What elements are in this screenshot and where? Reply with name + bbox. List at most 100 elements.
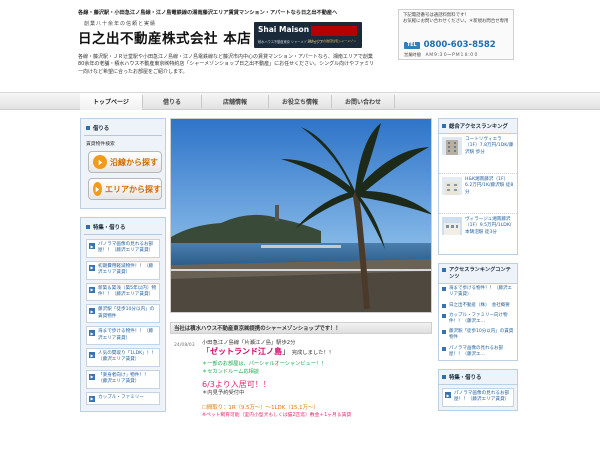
arrow-right-icon: ▶	[89, 286, 95, 293]
feature-link[interactable]: ▶ 新築＆築浅（築5年以内）物件！！（藤沢エリア賃貸）	[86, 282, 160, 302]
feature-link[interactable]: ▶ パノラマ画像の見れるお部屋！！（藤沢エリア賃貸）	[86, 239, 160, 258]
post-pet-note: ※ペット飼育可能（室内小型犬もしくは猫2匹迄）敷金＋1ヶ月＆賃貸	[202, 412, 352, 418]
rent-search-caption: 賃貸物件検索	[86, 142, 115, 147]
right-sidebar: 総合アクセスランキング コートリヴィエラ（1F）7.8万円/1DK/藤沢駅 歩分…	[438, 118, 518, 411]
square-bullet-icon	[442, 375, 446, 380]
right-features-head: 特集・借りる	[439, 370, 517, 386]
contact-line-2: お気軽にお問い合わせください。＊新規お問合せ専用	[403, 19, 509, 24]
rent-panel-head: 借りる	[84, 122, 162, 136]
rent-panel: 借りる 賃貸物件検索 沿線から探す エリアから探す	[80, 118, 166, 209]
nav-store-info[interactable]: 店舗情報	[202, 93, 268, 110]
square-bullet-icon	[442, 268, 446, 272]
content-ranking-text: 藤沢駅「徒歩10分以内」の賃貸物件	[449, 329, 514, 341]
post-layout-price: ☐間取り：1R（9.5万～）～1LDK（15.1万～）	[202, 404, 319, 411]
post-feature-2: ＊セカンドルーム応相談	[202, 368, 259, 375]
content-ranking-text: 海まで歩ける物件！！（藤沢エリア賃貸）	[449, 286, 512, 298]
post-property-name[interactable]: ゼットランド江ノ島	[210, 347, 282, 356]
arrow-right-icon	[93, 155, 107, 169]
contact-box: 下記電話番号は通話料無料です！ お気軽にお問い合わせください。＊新規お問合せ専用…	[398, 9, 514, 60]
left-sidebar: 借りる 賃貸物件検索 沿線から探す エリアから探す 特集・借りる ▶ パノラマ画像…	[80, 118, 166, 412]
content-ranking-title: アクセスランキングコンテンツ	[449, 267, 511, 280]
rent-panel-title: 借りる	[93, 126, 110, 132]
feature-link[interactable]: ▶ パノラマ画像の見れるお部屋！！（藤沢エリア賃貸）	[442, 388, 514, 407]
ranking-item-text: ヴィラージュ湘南藤沢（1F）9.5万円/1LDK/本鵠沼駅 徒3分	[465, 217, 512, 235]
features-panel: 特集・借りる ▶ パノラマ画像の見れるお部屋！！（藤沢エリア賃貸） ▶ 初期費用軽減…	[80, 217, 166, 412]
square-bullet-icon	[442, 346, 446, 351]
feature-link-text: 人気の間取り「1LDK」！！（藤沢エリア賃貸）	[98, 351, 156, 363]
logo-name: 日之出不動産株式会社 本店	[78, 31, 252, 47]
square-bullet-icon	[442, 313, 446, 318]
feature-link-text: カップル・ファミリー	[98, 394, 144, 400]
feature-link[interactable]: ▶ カップル・ファミリー	[86, 391, 160, 405]
content-ranking-item[interactable]: 海まで歩ける物件！！（藤沢エリア賃貸）	[439, 284, 517, 300]
post-move-in-date: 6/3より入居可！！	[202, 380, 271, 389]
ranking-item[interactable]: ヴィラージュ湘南藤沢（1F）9.5万円/1LDK/本鵠沼駅 徒3分	[439, 214, 517, 254]
post-title-suffix: 完成しました！！	[291, 349, 335, 356]
feature-link-text: 新築＆築浅（築5年以内）物件！！（藤沢エリア賃貸）	[98, 285, 157, 298]
nav-top-page[interactable]: トップページ	[80, 93, 142, 110]
nav-rent[interactable]: 借りる	[143, 93, 201, 110]
site-tagline: 各線・藤沢駅・小田急江ノ島線・江ノ島電鉄線の湘南藤沢エリア賃貸マンション・アパー…	[78, 10, 338, 16]
feature-link-text: 初期費用軽減物件！！（藤沢エリア賃貸）	[98, 263, 154, 276]
content-ranking-text: カップル・ファミリー向け物件！！（藤沢エ…	[449, 312, 508, 324]
arrow-right-icon: ▶	[445, 392, 451, 399]
content-ranking-item[interactable]: パノラマ画像の見れるお部屋！！（藤沢エ…	[439, 344, 517, 360]
content-ranking-item[interactable]: 日之出不動産（株） 会社概要	[439, 301, 517, 311]
company-logo[interactable]: 創業八十余年の信頼と実績 日之出不動産株式会社 本店	[78, 20, 254, 47]
search-by-line-label: 沿線から探す	[110, 157, 158, 167]
beach-palm-illustration	[171, 119, 431, 312]
content-ranking-text: 日之出不動産（株） 会社概要	[449, 302, 510, 308]
ranking-item-text: H&K湘南藤沢（1F）6.2万円/1K/藤沢駅 徒8分	[465, 177, 514, 195]
ranking-item-text: コートリヴィエラ（1F）7.8万円/1DK/藤沢駅 歩分	[465, 137, 514, 155]
feature-link-text: パノラマ画像の見れるお部屋！！（藤沢エリア賃貸）	[454, 391, 510, 403]
nav-useful-info[interactable]: お役立ち情報	[269, 93, 331, 110]
post-preview-note: ＊内見予約受付中	[202, 390, 245, 396]
tel-number[interactable]: 0800-603-8582	[424, 40, 496, 50]
tel-label: TEL	[404, 41, 420, 49]
enoshima-photo	[170, 118, 432, 313]
feature-link-text: パノラマ画像の見れるお部屋！！（藤沢エリア賃貸）	[98, 242, 154, 254]
building-thumbnail	[442, 137, 462, 155]
feature-link[interactable]: ▶ 藤沢駅「徒歩10分以内」の賃貸物件	[86, 304, 160, 324]
post-feature-1: ＊一部のお部屋は、パーシャルオーシャンビュー！！	[202, 361, 327, 368]
ranking-item[interactable]: H&K湘南藤沢（1F）6.2万円/1K/藤沢駅 徒8分	[439, 174, 517, 214]
post-date: 24/08/03	[174, 343, 195, 348]
arrow-right-icon	[93, 182, 102, 196]
arrow-right-icon: ▶	[89, 330, 95, 337]
post-title-quote-open: 「	[202, 346, 210, 356]
search-by-line-button[interactable]: 沿線から探す	[88, 151, 162, 173]
arrow-right-icon: ▶	[89, 373, 95, 380]
feature-link[interactable]: ▶ 「楽身者向け」物件！！（藤沢エリア賃貸）	[86, 369, 160, 389]
feature-link[interactable]: ▶ 海まで歩ける物件！！（藤沢エリア賃貸）	[86, 326, 160, 346]
features-panel-head: 特集・借りる	[84, 221, 162, 235]
arrow-right-icon: ▶	[89, 352, 95, 359]
post-title-line: 「ゼットランド江ノ島」 完成しました！！	[202, 346, 432, 358]
shamaison-banner[interactable]: Shai Maison 積水ハウス不動産東京 シャーメゾンショップ 積水ハウスの…	[254, 22, 362, 48]
main-nav: トップページ 借りる 店舗情報 お役立ち情報 お問い合わせ	[0, 92, 600, 110]
square-bullet-icon	[86, 126, 90, 130]
features-panel-title: 特集・借りる	[93, 225, 126, 231]
content-ranking-head: アクセスランキングコンテンツ	[439, 264, 517, 285]
nav-contact[interactable]: お問い合わせ	[332, 93, 394, 110]
content-ranking-item[interactable]: カップル・ファミリー向け物件！！（藤沢エ…	[439, 311, 517, 327]
intro-text: 各線・藤沢駅・ＪＲ辻堂駅や小田急江ノ島線・江ノ島電鉄線など藤沢市内中心の賃貸マン…	[78, 54, 375, 75]
content-ranking-item[interactable]: 藤沢駅「徒歩10分以内」の賃貸物件	[439, 327, 517, 343]
arrow-right-icon: ▶	[89, 395, 95, 402]
right-features-panel: 特集・借りる ▶ パノラマ画像の見れるお部屋！！（藤沢エリア賃貸）	[438, 369, 518, 411]
square-bullet-icon	[442, 287, 446, 292]
ranking-item[interactable]: コートリヴィエラ（1F）7.8万円/1DK/藤沢駅 歩分	[439, 134, 517, 174]
tel-row[interactable]: TEL 0800-603-8582	[404, 40, 496, 50]
content-ranking-text: パノラマ画像の見れるお部屋！！（藤沢エ…	[449, 345, 503, 357]
business-hours: 営業時間 ＡＭ９:３０～ＰＭ１８:００	[404, 52, 479, 57]
feature-link[interactable]: ▶ 人気の間取り「1LDK」！！（藤沢エリア賃貸）	[86, 348, 160, 367]
right-features-title: 特集・借りる	[449, 375, 482, 382]
arrow-right-icon: ▶	[89, 243, 95, 249]
arrow-right-icon: ▶	[89, 264, 95, 271]
square-bullet-icon	[442, 124, 446, 128]
feature-link-text: 藤沢駅「徒歩10分以内」の賃貸物件	[98, 307, 155, 319]
feature-link[interactable]: ▶ 初期費用軽減物件！！（藤沢エリア賃貸）	[86, 260, 160, 280]
feature-link-text: 「楽身者向け」物件！！（藤沢エリア賃貸）	[98, 372, 149, 385]
feature-link-text: 海まで歩ける物件！！（藤沢エリア賃貸）	[98, 329, 154, 341]
brand-stripe	[311, 26, 357, 36]
search-by-area-button[interactable]: エリアから探す	[88, 178, 162, 200]
